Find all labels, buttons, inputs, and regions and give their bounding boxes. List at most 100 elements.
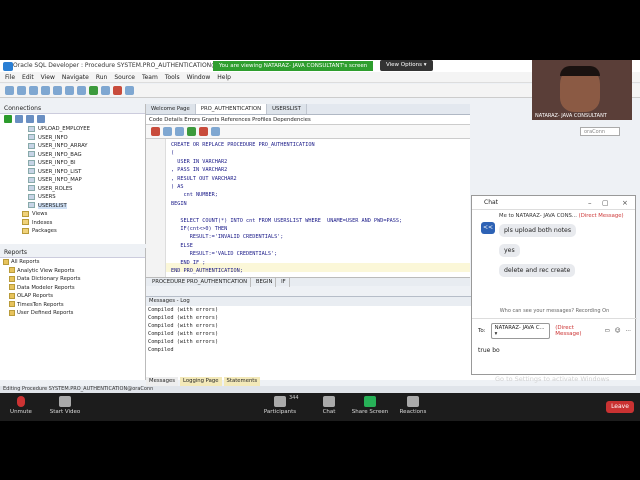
- tab-logging-page[interactable]: Logging Page: [179, 377, 222, 386]
- tree-table-item[interactable]: USER_INFO_BAG: [0, 151, 145, 160]
- procedure-source[interactable]: CREATE OR REPLACE PROCEDURE PRO_AUTHENTI…: [171, 141, 402, 276]
- pin-icon[interactable]: [151, 127, 160, 136]
- editor-subtabs[interactable]: Code Details Errors Grants References Pr…: [146, 115, 470, 125]
- tree-folder-packages[interactable]: Packages: [0, 227, 145, 236]
- direct-message-label: (Direct Message): [578, 213, 624, 219]
- emoji-icon[interactable]: ☺: [615, 328, 621, 334]
- menu-edit[interactable]: Edit: [22, 72, 34, 82]
- tree-table-item-selected[interactable]: USERSLIST: [0, 202, 145, 211]
- tree-folder-views[interactable]: Views: [0, 210, 145, 219]
- close-icon[interactable]: ×: [622, 196, 628, 210]
- sql-worksheet-icon[interactable]: [125, 86, 134, 95]
- video-camera-icon: [59, 396, 71, 407]
- menu-help[interactable]: Help: [217, 72, 231, 82]
- code-editor[interactable]: CREATE OR REPLACE PROCEDURE PRO_AUTHENTI…: [146, 139, 470, 277]
- chat-button[interactable]: Chat: [309, 396, 349, 415]
- tab-statements[interactable]: Statements: [223, 377, 261, 386]
- tab-userslist[interactable]: USERSLIST: [267, 104, 307, 114]
- run-procedure-icon[interactable]: [187, 127, 196, 136]
- tab-welcome-page[interactable]: Welcome Page: [146, 104, 196, 114]
- save-icon[interactable]: [29, 86, 38, 95]
- tree-table-item[interactable]: USER_INFO_ARRAY: [0, 142, 145, 151]
- menu-source[interactable]: Source: [114, 72, 135, 82]
- stop-icon[interactable]: [113, 86, 122, 95]
- share-screen-button[interactable]: Share Screen: [350, 396, 390, 415]
- edit-icon[interactable]: [163, 127, 172, 136]
- tab-messages[interactable]: Messages: [146, 377, 178, 386]
- minimize-icon[interactable]: –: [588, 196, 592, 210]
- chat-privacy-notice[interactable]: Who can see your messages? Recording On: [472, 308, 637, 314]
- menu-window[interactable]: Window: [187, 72, 211, 82]
- tree-table-item[interactable]: USER_INFO_BI: [0, 159, 145, 168]
- status-bar: Editing Procedure SYSTEM.PRO_AUTHENTICAT…: [0, 386, 640, 393]
- screen-share-banner: You are viewing NATARAZ- JAVA CONSULTANT…: [213, 61, 374, 71]
- folder-icon: [9, 309, 15, 316]
- report-item[interactable]: Data Modeler Reports: [0, 284, 145, 293]
- recipient-dropdown[interactable]: NATARAZ- JAVA C... ▾: [490, 323, 551, 339]
- forward-icon[interactable]: [101, 86, 110, 95]
- chat-message: pls upload both notes: [499, 224, 577, 237]
- menu-team[interactable]: Team: [142, 72, 158, 82]
- tree-table-item[interactable]: USERS: [0, 193, 145, 202]
- reactions-icon: [407, 396, 419, 407]
- tree-table-item[interactable]: USER_ROLES: [0, 185, 145, 194]
- leave-button[interactable]: Leave: [606, 401, 634, 413]
- reactions-button[interactable]: Reactions: [393, 396, 433, 415]
- code-breadcrumb: PROCEDURE PRO_AUTHENTICATION BEGIN IF: [146, 277, 470, 287]
- compile-icon[interactable]: [175, 127, 184, 136]
- menu-run[interactable]: Run: [96, 72, 108, 82]
- menu-file[interactable]: File: [5, 72, 15, 82]
- file-icon[interactable]: ▭: [605, 328, 610, 334]
- chat-message-input[interactable]: true bo: [472, 343, 637, 358]
- reports-panel: Reports All Reports Analytic View Report…: [0, 248, 146, 380]
- table-icon: [28, 202, 35, 208]
- profile-icon[interactable]: [211, 127, 220, 136]
- report-item[interactable]: Analytic View Reports: [0, 267, 145, 276]
- connection-selector[interactable]: oraConn: [580, 127, 620, 136]
- chat-header: Chat – ▢ ×: [472, 196, 635, 210]
- redo-icon[interactable]: [65, 86, 74, 95]
- tree-table-item[interactable]: USER_INFO_MAP: [0, 176, 145, 185]
- breadcrumb-item[interactable]: BEGIN: [253, 278, 277, 287]
- tree-folder-indexes[interactable]: Indexes: [0, 219, 145, 228]
- maximize-icon[interactable]: ▢: [602, 196, 609, 210]
- run-icon[interactable]: [89, 86, 98, 95]
- menu-view[interactable]: View: [41, 72, 55, 82]
- open-icon[interactable]: [17, 86, 26, 95]
- debug-icon[interactable]: [199, 127, 208, 136]
- menu-navigate[interactable]: Navigate: [62, 72, 89, 82]
- tree-table-item[interactable]: UPLOAD_EMPLOYEE: [0, 125, 145, 134]
- report-item[interactable]: OLAP Reports: [0, 292, 145, 301]
- menu-tools[interactable]: Tools: [165, 72, 180, 82]
- report-item[interactable]: User Defined Reports: [0, 309, 145, 318]
- report-item[interactable]: Data Dictionary Reports: [0, 275, 145, 284]
- refresh-icon[interactable]: [15, 115, 23, 123]
- to-label: To:: [478, 328, 486, 334]
- tree-table-item[interactable]: USER_INFO_LIST: [0, 168, 145, 177]
- breadcrumb-item[interactable]: PROCEDURE PRO_AUTHENTICATION: [149, 278, 252, 287]
- chat-icon: [323, 396, 335, 407]
- tree-table-item[interactable]: USER_INFO: [0, 134, 145, 143]
- report-item[interactable]: All Reports: [0, 258, 145, 267]
- direct-message-label: (Direct Message): [555, 325, 582, 337]
- start-video-button[interactable]: Start Video: [45, 396, 85, 415]
- breadcrumb-item[interactable]: IF: [278, 278, 290, 287]
- undo-icon[interactable]: [53, 86, 62, 95]
- table-icon: [28, 176, 35, 183]
- tab-pro-authentication[interactable]: PRO_AUTHENTICATION: [195, 104, 268, 114]
- more-icon[interactable]: ⋯: [626, 328, 632, 334]
- table-icon: [28, 125, 35, 132]
- app-logo-icon: [3, 62, 13, 71]
- unmute-button[interactable]: Unmute: [1, 396, 41, 415]
- add-connection-icon[interactable]: [4, 115, 12, 123]
- table-icon: [28, 151, 35, 157]
- new-icon[interactable]: [5, 86, 14, 95]
- participant-count: 344: [289, 395, 299, 401]
- schema-browser-icon[interactable]: [37, 115, 45, 123]
- view-options-button[interactable]: View Options ▾: [380, 60, 433, 71]
- filter-icon[interactable]: [26, 115, 34, 123]
- report-item[interactable]: TimesTen Reports: [0, 301, 145, 310]
- save-all-icon[interactable]: [41, 86, 50, 95]
- connections-panel: Connections UPLOAD_EMPLOYEE USER_INFO US…: [0, 104, 146, 244]
- back-icon[interactable]: [77, 86, 86, 95]
